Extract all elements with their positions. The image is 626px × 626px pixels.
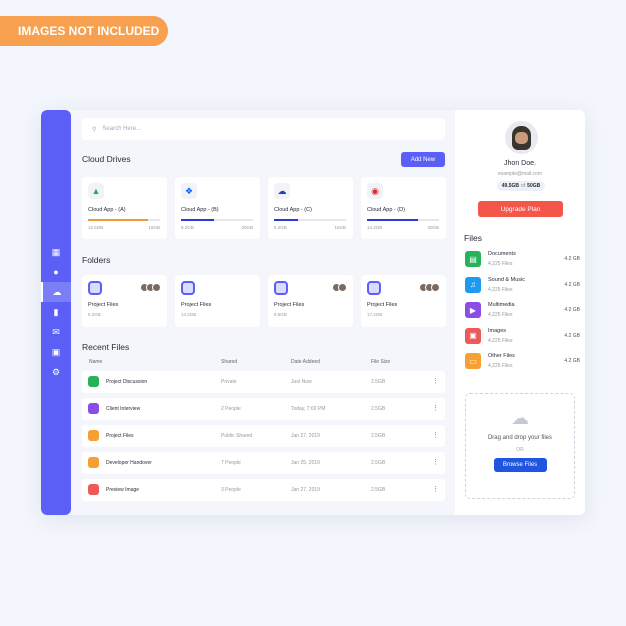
file-type-icon <box>88 484 99 495</box>
file-category[interactable]: ▤ Documents 4,225 Files 4.2 GB <box>465 249 580 269</box>
storage-progress <box>88 219 160 221</box>
sidebar-item-chat[interactable]: ▣ <box>41 342 71 362</box>
table-row[interactable]: Developer Handover 7 People Jan 25, 2019… <box>82 452 445 474</box>
sidebar-item-user[interactable]: ● <box>41 262 71 282</box>
more-options-icon[interactable]: ⋮ <box>432 404 439 412</box>
profile-email: example@mail.com <box>498 171 542 177</box>
storage-progress <box>367 219 439 221</box>
file-type-icon <box>88 430 99 441</box>
avatar <box>505 121 538 154</box>
dropbox-icon: ❖ <box>181 183 197 199</box>
search-input[interactable]: ⚲ Search Here... <box>82 118 445 140</box>
file-type-icon <box>88 403 99 414</box>
table-row[interactable]: Project Files Public Shared Jan 27, 2019… <box>82 425 445 447</box>
folder-icon <box>88 281 102 295</box>
folder-card[interactable]: Project Files 9.5GB <box>268 275 353 327</box>
file-type-icon <box>88 457 99 468</box>
sidebar-item-mail[interactable]: ✉ <box>41 322 71 342</box>
cloud-drives-title: Cloud Drives <box>82 154 131 164</box>
storage-badge: 49.5GB of 50GB <box>497 181 545 191</box>
google-drive-icon: ▲ <box>88 183 104 199</box>
chat-icon: ▣ <box>51 346 61 357</box>
storage-progress <box>181 219 253 221</box>
app-window: ▦ ● ☁ ▮ ✉ ▣ ⚙ ⚲ Search Here... Cloud Drives Ad… <box>41 110 585 515</box>
onedrive-icon: ☁ <box>274 183 290 199</box>
file-category[interactable]: ▭ Other Files 4,225 Files 4.2 GB <box>465 351 580 371</box>
sidebar-item-chart[interactable]: ▮ <box>41 302 71 322</box>
table-row[interactable]: Client Interview 2 People Today, 7:00 PM… <box>82 398 445 420</box>
cloud-upload-icon: ☁ <box>511 408 529 428</box>
right-panel: Jhon Doe. example@mail.com 49.5GB of 50GB … <box>455 110 585 515</box>
file-category[interactable]: ♫ Sound & Music 4,225 Files 4.2 GB <box>465 275 580 295</box>
file-category[interactable]: ▣ Images 4,225 Files 4.2 GB <box>465 326 580 346</box>
cloud-icon: ☁ <box>52 286 62 297</box>
play-icon: ▶ <box>465 302 481 318</box>
dashboard-icon: ▦ <box>51 246 61 257</box>
chart-icon: ▮ <box>53 306 59 317</box>
user-icon: ● <box>53 267 59 277</box>
profile-name: Jhon Doe. <box>504 160 536 167</box>
search-icon: ⚲ <box>92 126 97 133</box>
folder-card[interactable]: Project Files 5.2GB <box>82 275 167 327</box>
add-new-button[interactable]: Add New <box>401 152 445 167</box>
cloud-drive-card[interactable]: ◉ Cloud App - (D) 14.2GB 20GB <box>361 177 446 239</box>
files-title: Files <box>464 233 482 243</box>
member-avatar <box>338 283 347 292</box>
document-icon: ▤ <box>465 251 481 267</box>
mail-icon: ✉ <box>52 326 60 337</box>
folders-title: Folders <box>82 255 111 265</box>
folder-icon: ▭ <box>465 353 481 369</box>
file-type-icon <box>88 376 99 387</box>
sidebar-item-cloud[interactable]: ☁ <box>41 282 71 302</box>
sidebar-item-dashboard[interactable]: ▦ <box>41 242 71 262</box>
folder-card[interactable]: Project Files 17.2GB <box>361 275 446 327</box>
col-shared: Shared <box>221 359 238 365</box>
table-row[interactable]: Preview Image 3 People Jan 27, 2019 2.5G… <box>82 479 445 501</box>
col-size: File Size <box>371 359 391 365</box>
sidebar: ▦ ● ☁ ▮ ✉ ▣ ⚙ <box>41 110 71 515</box>
more-options-icon[interactable]: ⋮ <box>432 431 439 439</box>
banner: IMAGES NOT INCLUDED <box>0 16 168 46</box>
storage-progress <box>274 219 346 221</box>
recent-files-title: Recent Files <box>82 342 130 352</box>
file-category[interactable]: ▶ Multimedia 4,225 Files 4.2 GB <box>465 300 580 320</box>
upload-dropzone[interactable]: ☁ Drag and drop your files OR Browse Fil… <box>465 393 575 499</box>
folder-icon <box>181 281 195 295</box>
gear-icon: ⚙ <box>51 366 61 377</box>
cloud-drive-card[interactable]: ☁ Cloud App - (C) 5.2GB 15GB <box>268 177 353 239</box>
browse-files-button[interactable]: Browse Files <box>493 458 547 472</box>
col-name: Name <box>89 359 103 365</box>
folder-card[interactable]: Project Files 14.2GB <box>175 275 260 327</box>
table-row[interactable]: Project Discussion Private Just Now 2.5G… <box>82 371 445 393</box>
music-icon: ♫ <box>465 276 481 293</box>
folder-icon <box>367 281 381 295</box>
upgrade-plan-button[interactable]: Upgrade Plan <box>478 201 563 217</box>
more-options-icon[interactable]: ⋮ <box>432 485 439 493</box>
member-avatar <box>152 283 161 292</box>
sidebar-item-gear[interactable]: ⚙ <box>41 362 71 382</box>
image-icon: ▣ <box>465 327 481 344</box>
member-avatar <box>431 283 440 292</box>
more-options-icon[interactable]: ⋮ <box>432 377 439 385</box>
mega-icon: ◉ <box>367 183 383 199</box>
col-date: Date Addeed <box>291 359 320 365</box>
cloud-drive-card[interactable]: ▲ Cloud App - (A) 12.5GB 15GB <box>82 177 167 239</box>
more-options-icon[interactable]: ⋮ <box>432 458 439 466</box>
cloud-drive-card[interactable]: ❖ Cloud App - (B) 9.2GB 20GB <box>175 177 260 239</box>
folder-icon <box>274 281 288 295</box>
